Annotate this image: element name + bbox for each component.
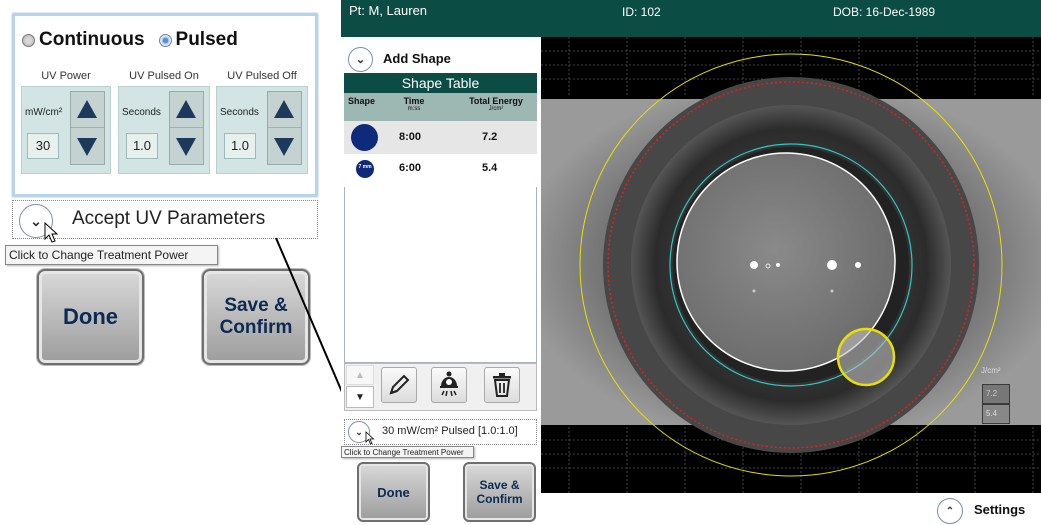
uv-pulsed-off-up-icon[interactable] <box>274 100 294 118</box>
uv-power-box: mW/cm² 30 <box>21 86 111 174</box>
chevron-down-icon: ⌄ <box>355 54 366 66</box>
add-shape-label[interactable]: Add Shape <box>383 51 451 66</box>
row-time: 6:00 <box>399 162 422 174</box>
add-shape-button[interactable]: ⌄ <box>348 47 373 72</box>
col-time-unit: m:ss <box>407 106 421 112</box>
done-button[interactable]: Done <box>37 269 144 365</box>
uv-pulsed-on-value[interactable]: 1.0 <box>126 133 158 159</box>
uv-pulsed-on-stepper <box>169 91 204 165</box>
continuous-label[interactable]: Continuous <box>39 29 145 51</box>
uv-pulsed-off-stepper <box>267 91 302 165</box>
uv-pulsed-on-group: UV Pulsed On Seconds 1.0 <box>118 70 210 174</box>
uv-power-group: UV Power mW/cm² 30 <box>21 70 111 174</box>
scroll-up-button[interactable]: ▲ <box>346 365 374 385</box>
pulsed-radio[interactable] <box>158 33 172 47</box>
eye-image-view[interactable] <box>541 37 1041 493</box>
uv-pulsed-on-unit: Seconds <box>122 107 161 118</box>
tooltip: Click to Change Treatment Power <box>341 446 474 458</box>
pulsed-label[interactable]: Pulsed <box>176 29 238 51</box>
uv-pulsed-on-box: Seconds 1.0 <box>118 86 210 174</box>
shape-circle-icon <box>351 124 378 151</box>
uv-power-value[interactable]: 30 <box>27 133 59 159</box>
uv-pulsed-on-down-icon[interactable] <box>176 138 196 156</box>
uv-pulsed-off-box: Seconds 1.0 <box>216 86 308 174</box>
uv-pulsed-off-group: UV Pulsed Off Seconds 1.0 <box>216 70 308 174</box>
table-row[interactable]: 7 mm 6:00 5.4 <box>344 154 537 187</box>
patient-id: ID: 102 <box>622 5 661 19</box>
up-arrow-icon: ▲ <box>355 370 365 381</box>
col-time: Time <box>403 96 425 106</box>
uv-power-down-icon[interactable] <box>77 138 97 156</box>
col-energy-unit: J/cm² <box>488 106 504 112</box>
save-confirm-button[interactable]: Save & Confirm <box>463 462 536 522</box>
save-confirm-button[interactable]: Save & Confirm <box>202 269 310 365</box>
table-row[interactable]: 8:00 7.2 <box>344 121 537 154</box>
uv-pulsed-on-title: UV Pulsed On <box>129 70 199 82</box>
col-energy: Total Energy <box>469 96 523 106</box>
energy-legend: 7.2 5.4 <box>981 383 1011 425</box>
settings-toggle-button[interactable]: ⌃ <box>937 498 963 524</box>
mode-selector: Continuous Pulsed <box>22 28 238 52</box>
shape-table-title: Shape Table <box>344 73 537 93</box>
uv-pulsed-off-title: UV Pulsed Off <box>227 70 297 82</box>
patient-header: Pt: M, Lauren ID: 102 DOB: 16-Dec-1989 <box>341 0 1041 37</box>
row-energy: 5.4 <box>482 162 498 174</box>
treatment-power-label[interactable]: 30 mW/cm² Pulsed [1.0:1.0] <box>382 425 518 437</box>
lamp-icon <box>440 371 458 397</box>
continuous-radio[interactable] <box>22 33 35 47</box>
uv-pulsed-on-up-icon[interactable] <box>176 100 196 118</box>
uv-power-up-icon[interactable] <box>77 100 97 118</box>
down-arrow-icon: ▼ <box>355 392 365 403</box>
accept-uv-label[interactable]: Accept UV Parameters <box>72 208 265 230</box>
uv-pulsed-off-down-icon[interactable] <box>274 138 294 156</box>
delete-button[interactable] <box>484 367 520 403</box>
done-button[interactable]: Done <box>357 462 430 522</box>
col-shape: Shape <box>348 96 376 106</box>
uv-power-stepper <box>70 91 105 165</box>
uv-power-title: UV Power <box>41 70 91 82</box>
legend-value: 5.4 <box>983 405 1009 423</box>
uv-pulsed-off-value[interactable]: 1.0 <box>224 133 256 159</box>
tooltip: Click to Change Treatment Power <box>5 245 218 265</box>
settings-label[interactable]: Settings <box>974 502 1025 517</box>
uv-power-unit: mW/cm² <box>25 107 63 118</box>
chevron-down-icon: ⌄ <box>355 426 363 437</box>
shape-small-circle-icon: 7 mm <box>356 160 374 178</box>
row-time: 8:00 <box>399 131 422 143</box>
treat-button[interactable] <box>431 367 467 403</box>
eye-image <box>541 37 1041 493</box>
pencil-icon <box>389 374 410 395</box>
legend-unit: J/cm² <box>981 366 1001 375</box>
shape-table-header: Shape Time m:ss Total Energy J/cm² <box>344 93 537 121</box>
uv-pulsed-off-unit: Seconds <box>220 107 259 118</box>
edit-button[interactable] <box>381 367 417 403</box>
chevron-up-icon: ⌃ <box>945 505 955 517</box>
legend-value: 7.2 <box>983 385 1009 403</box>
cursor-icon <box>44 222 59 243</box>
scroll-down-button[interactable]: ▼ <box>346 386 374 408</box>
patient-dob: DOB: 16-Dec-1989 <box>833 5 936 19</box>
patient-name: Pt: M, Lauren <box>349 3 428 18</box>
chevron-down-icon: ⌄ <box>30 212 42 229</box>
row-energy: 7.2 <box>482 131 498 143</box>
trash-icon <box>493 373 511 397</box>
cursor-icon <box>365 431 375 445</box>
